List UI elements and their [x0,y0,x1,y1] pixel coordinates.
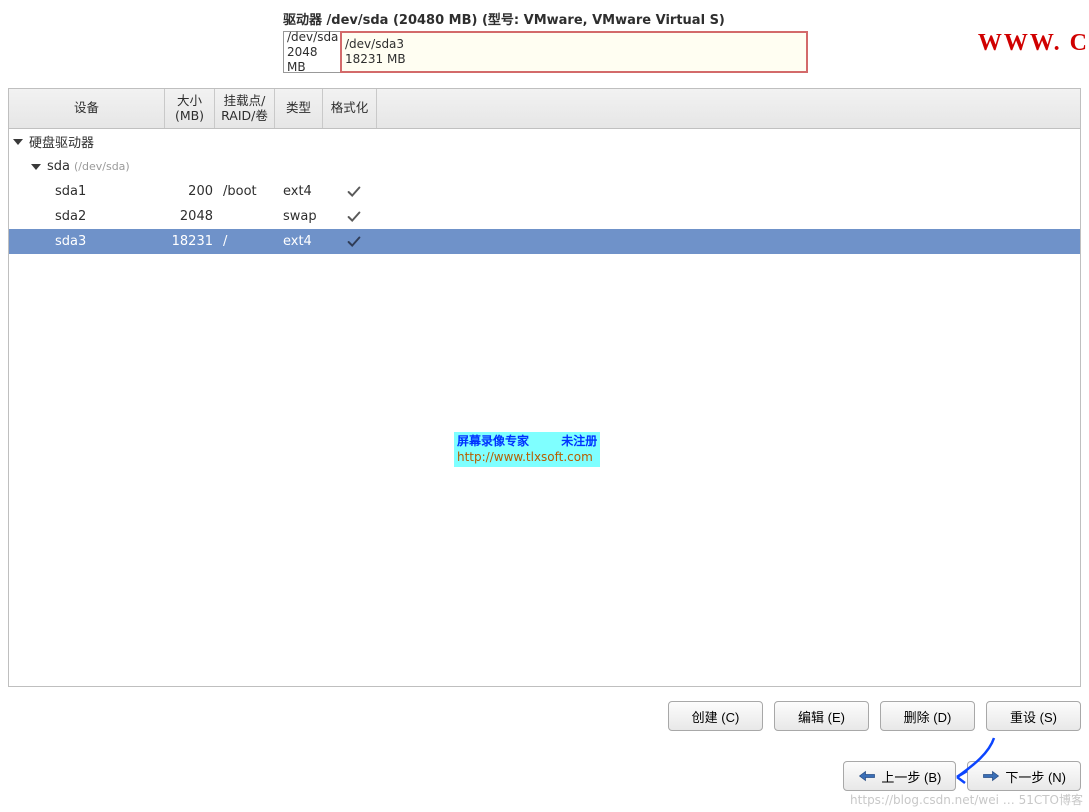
back-label: 上一步 (B) [881,767,941,786]
col-device[interactable]: 设备 [9,89,165,128]
drive-title: 驱动器 /dev/sda (20480 MB) (型号: VMware, VMw… [283,9,808,28]
part-mount: /boot [219,184,279,199]
next-label: 下一步 (N) [1005,767,1066,786]
overlay-title: 屏幕录像专家 [457,434,529,448]
part-dev: sda3 [55,234,86,249]
table-body: 硬盘驱动器 sda (/dev/sda) sda1 200 /boot ext4… [9,129,1080,254]
part-type: ext4 [279,234,327,249]
checkmark-icon [327,208,381,226]
part-dev: sda2 [55,209,86,224]
create-button[interactable]: 创建 (C) [668,701,763,731]
part-type: ext4 [279,184,327,199]
part-size: 200 [169,184,219,199]
partition-seg1-size: 18231 MB [345,52,803,67]
partition-seg1-name: /dev/sda3 [345,37,803,52]
part-dev: sda1 [55,184,86,199]
tree-disk-row[interactable]: sda (/dev/sda) [9,154,1080,179]
table-row[interactable]: sda1 200 /boot ext4 [9,179,1080,204]
col-type[interactable]: 类型 [275,89,323,128]
part-mount: / [219,234,279,249]
partition-segment-0[interactable]: /dev/sda 2048 MB [284,32,341,72]
col-rest [377,89,1080,128]
root-label: 硬盘驱动器 [29,132,94,151]
partition-segment-1[interactable]: /dev/sda3 18231 MB [340,31,808,73]
reset-button[interactable]: 重设 (S) [986,701,1081,731]
table-row[interactable]: sda3 18231 / ext4 [9,229,1080,254]
disk-path: (/dev/sda) [74,160,130,173]
partition-bar: /dev/sda 2048 MB /dev/sda3 18231 MB [283,31,808,73]
partition-panel: 设备 大小 (MB) 挂载点/ RAID/卷 类型 格式化 硬盘驱动器 sda … [8,88,1081,687]
delete-button[interactable]: 删除 (D) [880,701,975,731]
drive-header: 驱动器 /dev/sda (20480 MB) (型号: VMware, VMw… [283,9,808,73]
col-format[interactable]: 格式化 [323,89,377,128]
table-row[interactable]: sda2 2048 swap [9,204,1080,229]
arrow-left-icon [858,769,876,783]
recorder-overlay: 屏幕录像专家 未注册 http://www.tlxsoft.com [454,432,600,467]
disk-name: sda [47,159,70,174]
part-size: 18231 [169,234,219,249]
arrow-right-icon [982,769,1000,783]
partition-seg0-name: /dev/sda [287,30,337,45]
partition-seg0-size: 2048 MB [287,45,337,75]
expand-icon[interactable] [13,139,23,145]
footer-watermark: https://blog.csdn.net/wei … 51CTO博客 [850,791,1083,808]
part-size: 2048 [169,209,219,224]
overlay-url: http://www.tlxsoft.com [457,449,597,465]
col-size[interactable]: 大小 (MB) [165,89,215,128]
nav-buttons: 上一步 (B) 下一步 (N) [843,761,1081,791]
part-type: swap [279,209,327,224]
overlay-status: 未注册 [561,434,597,448]
col-mount[interactable]: 挂载点/ RAID/卷 [215,89,275,128]
next-button[interactable]: 下一步 (N) [967,761,1081,791]
table-header: 设备 大小 (MB) 挂载点/ RAID/卷 类型 格式化 [9,89,1080,129]
expand-icon[interactable] [31,164,41,170]
watermark-text: WWW. C [978,30,1089,57]
partition-buttons: 创建 (C) 编辑 (E) 删除 (D) 重设 (S) [668,701,1081,731]
checkmark-icon [327,183,381,201]
back-button[interactable]: 上一步 (B) [843,761,956,791]
checkmark-icon [327,233,381,251]
edit-button[interactable]: 编辑 (E) [774,701,869,731]
tree-root-row[interactable]: 硬盘驱动器 [9,129,1080,154]
